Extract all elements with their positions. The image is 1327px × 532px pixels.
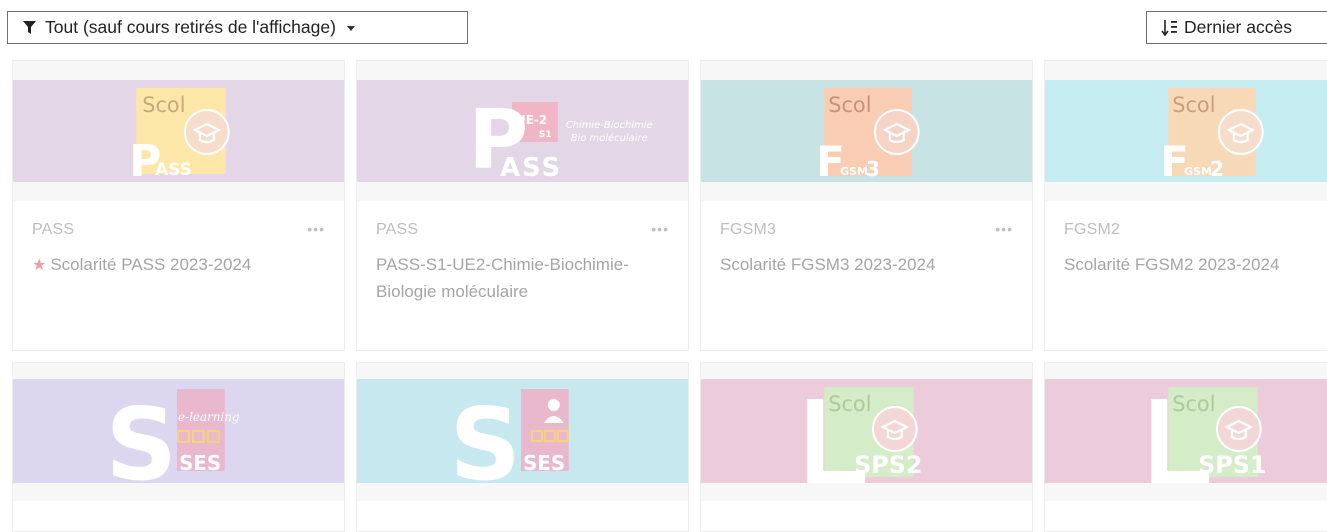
course-filter-dropdown[interactable]: Tout (sauf cours retirés de l'affichage)	[7, 11, 468, 44]
svg-text:GSM: GSM	[1184, 165, 1212, 178]
svg-text:S1: S1	[539, 130, 552, 140]
course-banner[interactable]: Scol P ASS	[13, 80, 344, 182]
sort-numeric-down-icon	[1161, 19, 1177, 36]
course-name-link[interactable]: ★ Scolarité PASS 2023-2024	[32, 251, 325, 279]
course-name-link[interactable]: PASS-S1-UE2-Chimie-Biochimie-Biologie mo…	[376, 251, 669, 305]
course-card[interactable]: Scol P ASS PASS ••• ★ Scolarité PASS 2023…	[12, 60, 345, 351]
svg-text:SES: SES	[523, 451, 565, 475]
graduation-cap-icon	[871, 406, 918, 452]
svg-text:Scol: Scol	[828, 93, 871, 117]
course-card[interactable]: S e-learning SES	[12, 362, 345, 532]
svg-text:3: 3	[866, 157, 880, 181]
course-category: PASS	[376, 221, 419, 238]
course-card[interactable]: UE-2 S1 P ASS Chimie-Biochimie Bio moléc…	[356, 60, 689, 351]
ellipsis-icon[interactable]: •••	[651, 221, 669, 237]
svg-text:Scol: Scol	[828, 392, 871, 416]
course-category: FGSM3	[720, 221, 777, 238]
graduation-cap-icon	[1217, 109, 1264, 155]
svg-text:ASS: ASS	[500, 153, 562, 182]
svg-text:Scol: Scol	[1172, 392, 1215, 416]
course-banner[interactable]: Scol SPS2	[701, 379, 1032, 483]
graduation-cap-icon	[1215, 406, 1262, 452]
course-card[interactable]: S SES	[356, 362, 689, 532]
graduation-cap-icon	[873, 109, 920, 155]
course-banner[interactable]: Scol F GSM 3	[701, 80, 1032, 182]
svg-text:2: 2	[1210, 157, 1224, 181]
svg-text:GSM: GSM	[840, 165, 868, 178]
star-icon: ★	[32, 257, 47, 274]
svg-text:Scol: Scol	[1172, 93, 1215, 117]
course-banner[interactable]: S e-learning SES	[13, 379, 344, 483]
svg-text:ASS: ASS	[155, 159, 192, 179]
course-category: PASS	[32, 221, 75, 238]
graduate-icon	[547, 399, 560, 411]
svg-text:SES: SES	[179, 451, 221, 475]
course-name-link[interactable]: Scolarité FGSM2 2023-2024	[1064, 251, 1327, 278]
chevron-down-icon	[346, 26, 355, 31]
course-banner[interactable]: Scol F GSM 2	[1045, 80, 1327, 182]
course-banner[interactable]: Scol SPS1	[1045, 379, 1327, 483]
course-card[interactable]: Scol F GSM 3 FGSM3 ••• Scolarité FGSM3 2…	[700, 60, 1033, 351]
course-name-link[interactable]: Scolarité FGSM3 2023-2024	[720, 251, 1013, 278]
svg-text:SPS1: SPS1	[1198, 451, 1266, 479]
svg-text:e-learning: e-learning	[178, 410, 240, 424]
svg-text:SPS2: SPS2	[854, 451, 922, 479]
sort-label: Dernier accès	[1184, 17, 1292, 37]
course-banner[interactable]: UE-2 S1 P ASS Chimie-Biochimie Bio moléc…	[357, 80, 688, 182]
funnel-icon	[23, 20, 36, 34]
svg-text:Chimie-Biochimie: Chimie-Biochimie	[566, 120, 653, 131]
course-category: FGSM2	[1064, 221, 1121, 238]
banner-text: Scol	[142, 93, 185, 117]
svg-text:Bio moléculaire: Bio moléculaire	[571, 132, 648, 144]
course-card[interactable]: Scol F GSM 2 FGSM2 Scolarité FGSM2 2023-…	[1044, 60, 1327, 351]
course-sort-dropdown[interactable]: Dernier accès	[1146, 11, 1327, 44]
svg-text:S: S	[449, 386, 521, 483]
course-card[interactable]: Scol SPS1	[1044, 362, 1327, 532]
course-banner[interactable]: S SES	[357, 379, 688, 483]
ellipsis-icon[interactable]: •••	[307, 221, 325, 237]
filter-label: Tout (sauf cours retirés de l'affichage)	[45, 17, 336, 37]
course-card[interactable]: Scol SPS2	[700, 362, 1033, 532]
ellipsis-icon[interactable]: •••	[995, 221, 1013, 237]
graduation-cap-icon	[183, 109, 230, 155]
svg-text:S: S	[105, 386, 177, 483]
